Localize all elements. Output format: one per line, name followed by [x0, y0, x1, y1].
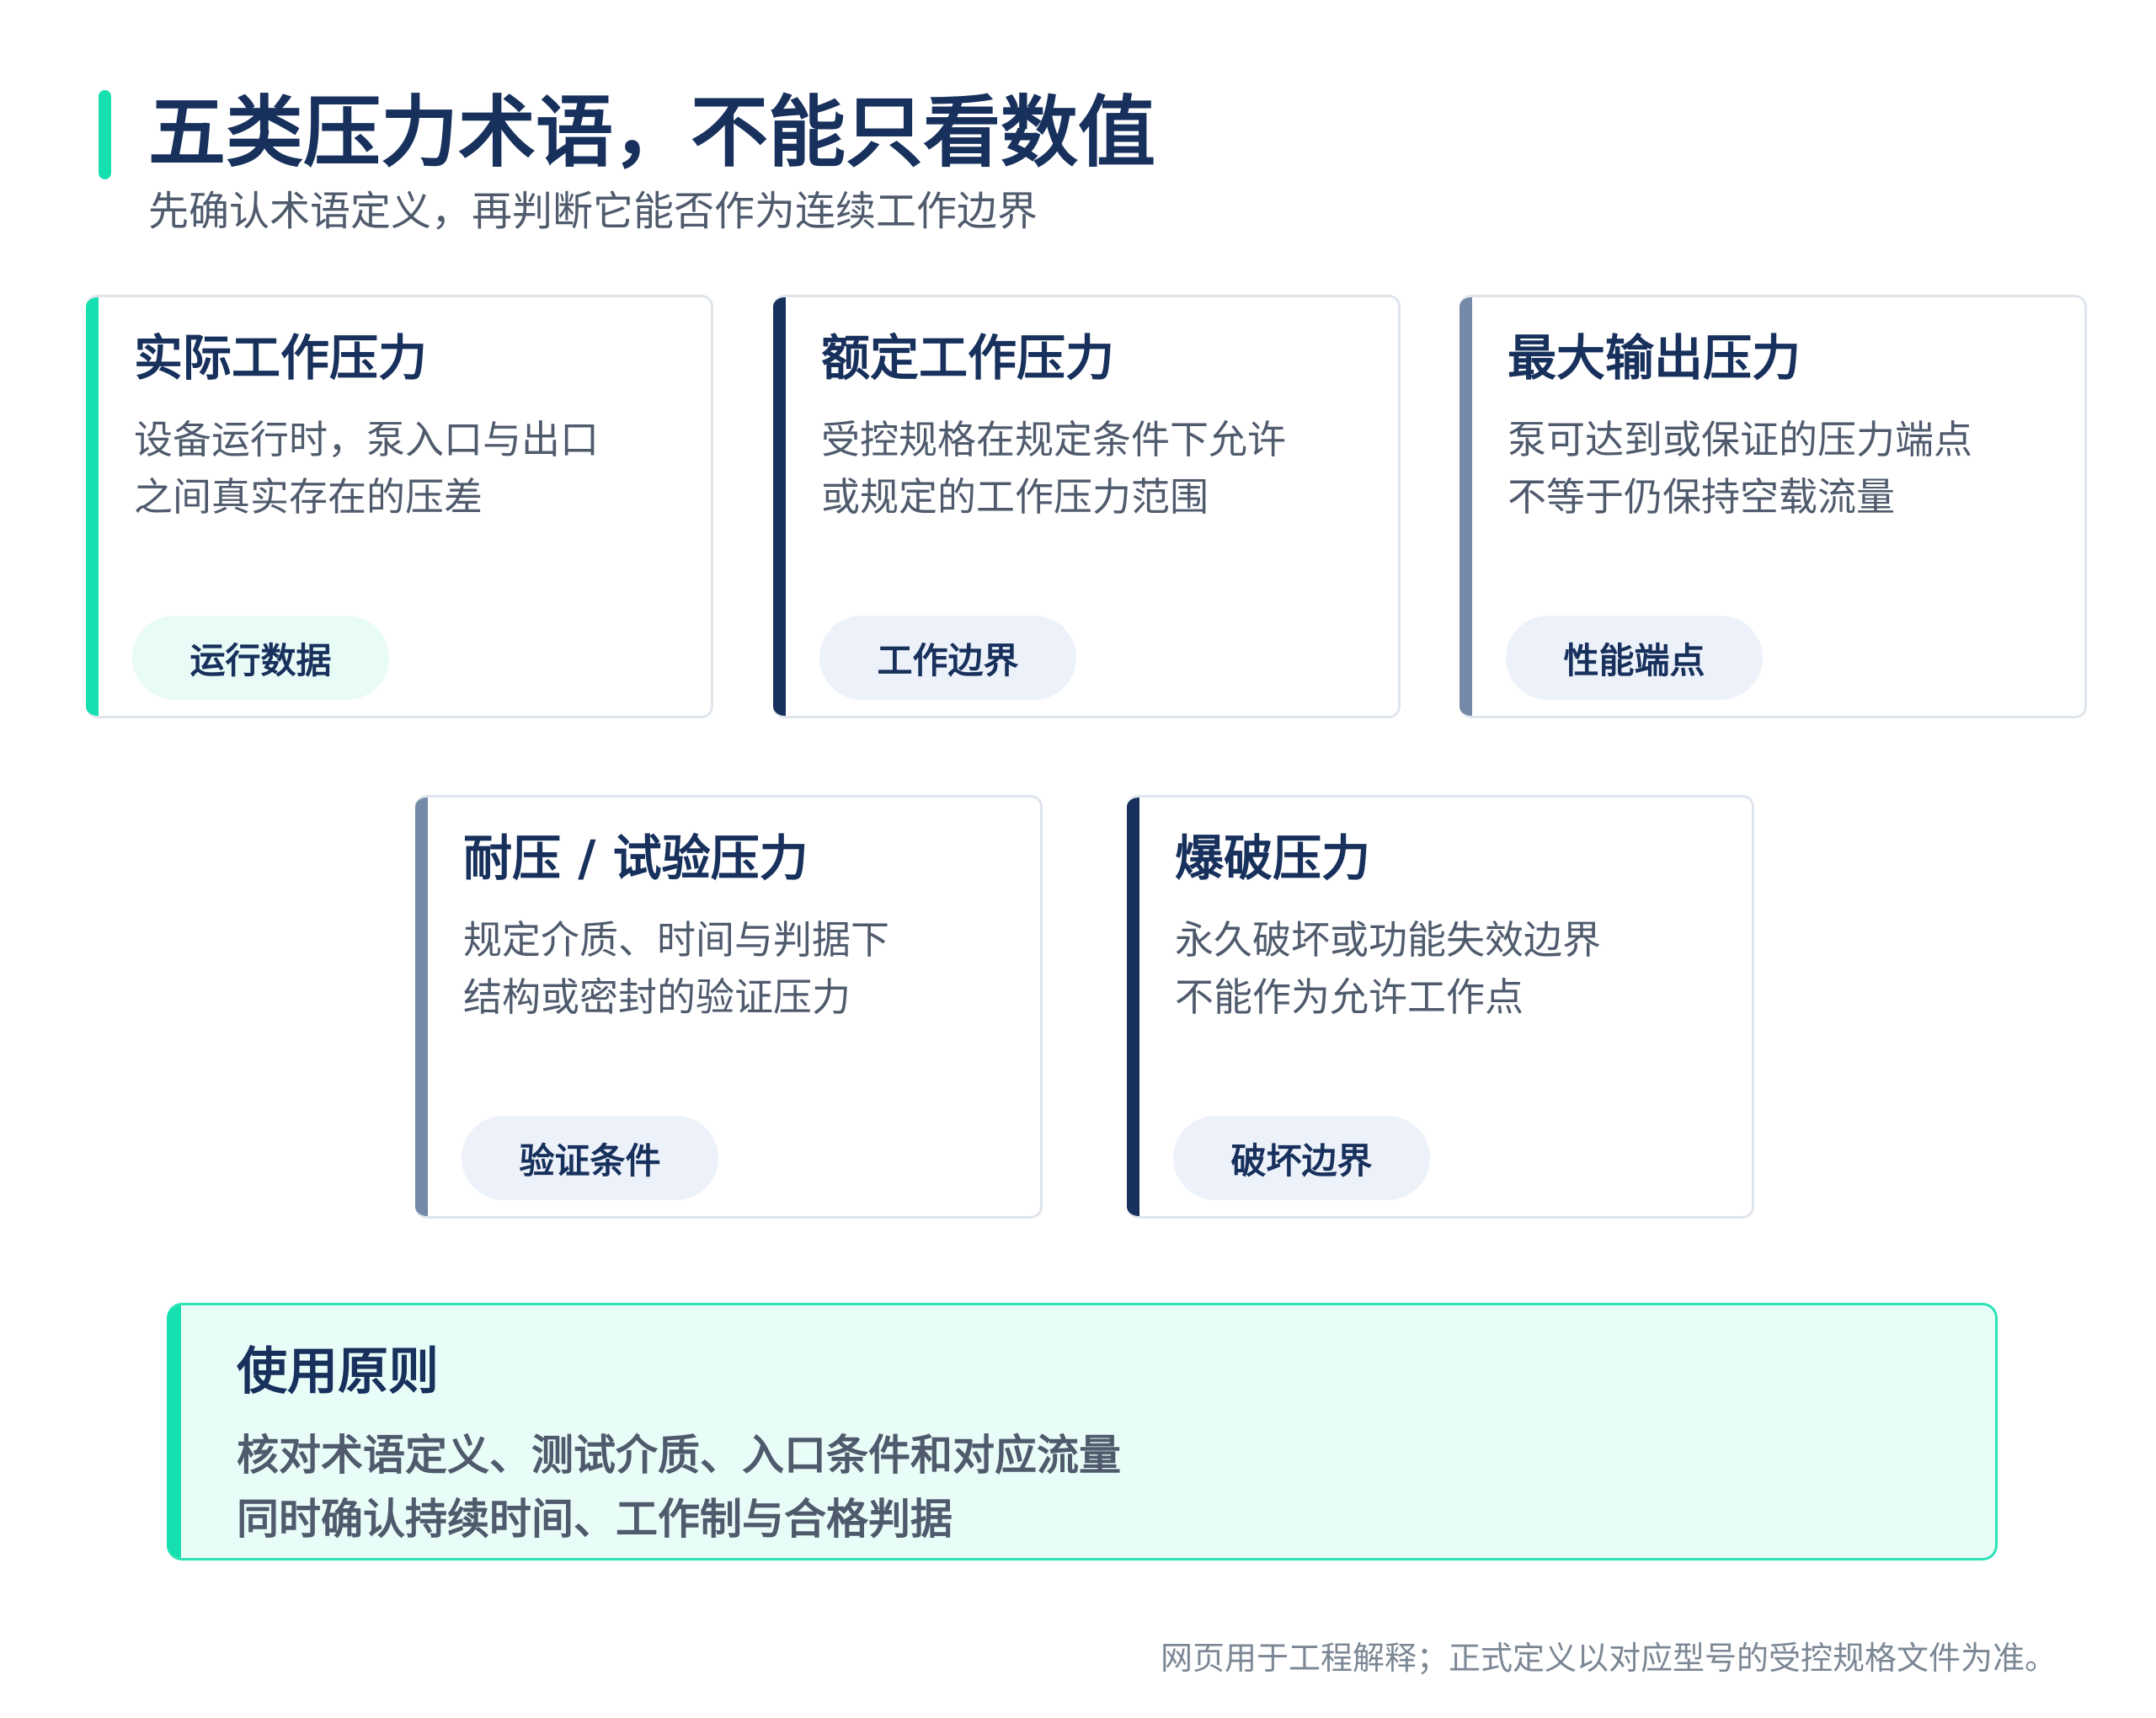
footnote: 网页用于工程解释；正式定义以对应型号的受控规格文件为准。 — [1160, 1640, 2057, 1677]
principle-line: 核对术语定义、测试介质、入口条件和对应流量 — [237, 1431, 1121, 1480]
card-tag: 运行数据 — [132, 616, 389, 700]
card-title: 耐压 / 试验压力 — [463, 830, 808, 887]
card-tag: 验证条件 — [462, 1116, 718, 1200]
card-description-line: 设备运行时，泵入口与出口 — [134, 417, 599, 462]
card-tag: 工作边界 — [819, 616, 1076, 700]
card-description-line: 泵可达到或保证的压力端点 — [1508, 417, 1972, 462]
card-description: 规定介质、时间与判据下 结构或密封的验证压力 — [463, 911, 889, 1026]
card-title: 最大输出压力 — [1508, 329, 1801, 387]
principle-line: 同时确认持续时间、工作制与合格判据 — [237, 1495, 953, 1544]
card-description: 设备运行时，泵入口与出口 之间真实存在的压差 — [134, 411, 599, 526]
card-title: 爆破压力 — [1175, 830, 1371, 887]
card-description-line: 不等于仍保持空载流量 — [1508, 474, 1895, 520]
card-description-line: 结构或密封的验证压力 — [463, 974, 851, 1020]
principle-title: 使用原则 — [237, 1342, 439, 1401]
card-description-line: 永久破坏或功能失效边界 — [1175, 917, 1601, 963]
card-title: 实际工作压力 — [134, 329, 428, 387]
card-actual-working-pressure: 实际工作压力 设备运行时，泵入口与出口 之间真实存在的压差 运行数据 — [86, 295, 713, 718]
card-description-line: 之间真实存在的压差 — [134, 474, 483, 520]
card-description: 永久破坏或功能失效边界 不能作为允许工作点 — [1175, 911, 1601, 1026]
card-description-line: 不能作为允许工作点 — [1175, 974, 1524, 1020]
card-title: 额定工作压力 — [821, 329, 1115, 387]
principle-text: 核对术语定义、测试介质、入口条件和对应流量 同时确认持续时间、工作制与合格判据 — [237, 1423, 1121, 1551]
title-accent-bar — [99, 90, 111, 179]
card-burst-pressure: 爆破压力 永久破坏或功能失效边界 不能作为允许工作点 破坏边界 — [1127, 795, 1754, 1219]
card-proof-test-pressure: 耐压 / 试验压力 规定介质、时间与判据下 结构或密封的验证压力 验证条件 — [415, 795, 1043, 1219]
card-max-output-pressure: 最大输出压力 泵可达到或保证的压力端点 不等于仍保持空载流量 性能端点 — [1460, 295, 2087, 718]
card-description: 泵可达到或保证的压力端点 不等于仍保持空载流量 — [1508, 411, 1972, 526]
card-description-line: 或规定的工作压力范围 — [821, 474, 1209, 520]
page-subtitle: 先确认术语定义，再判断它能否作为连续工作边界 — [148, 188, 1038, 235]
card-tag: 性能端点 — [1506, 616, 1763, 700]
card-description-line: 受控规格在规定条件下允许 — [821, 417, 1286, 462]
usage-principle-box: 使用原则 核对术语定义、测试介质、入口条件和对应流量 同时确认持续时间、工作制与… — [167, 1303, 1998, 1561]
card-rated-working-pressure: 额定工作压力 受控规格在规定条件下允许 或规定的工作压力范围 工作边界 — [773, 295, 1401, 718]
card-description: 受控规格在规定条件下允许 或规定的工作压力范围 — [821, 411, 1286, 526]
page-title: 五类压力术语，不能只看数值 — [148, 88, 1156, 178]
card-tag: 破坏边界 — [1173, 1116, 1430, 1200]
card-description-line: 规定介质、时间与判据下 — [463, 917, 889, 963]
